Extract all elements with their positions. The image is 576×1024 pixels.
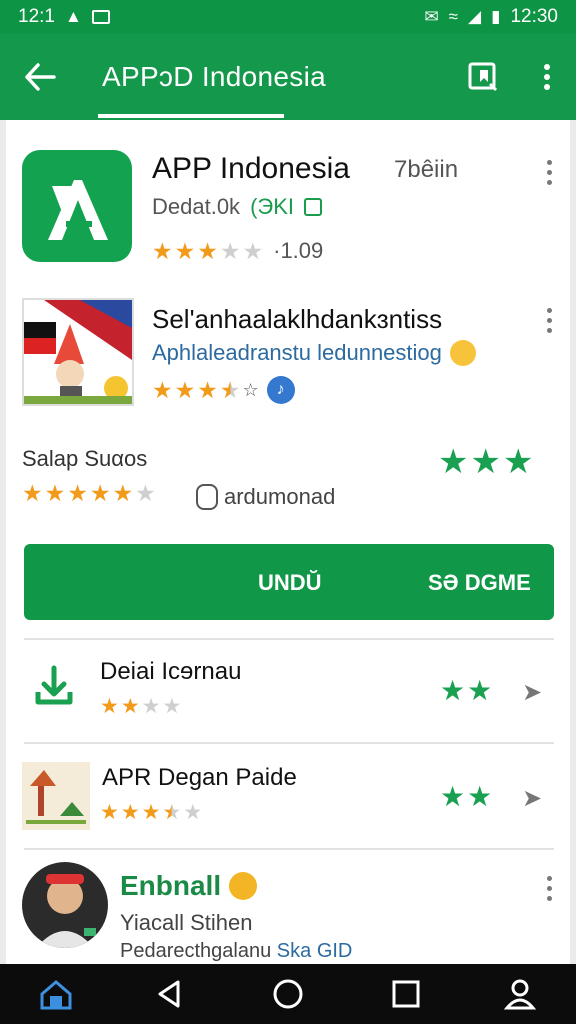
- image-icon: [91, 10, 110, 24]
- star-icon: ★: [22, 480, 43, 506]
- detail-accent: Ska GID: [276, 940, 353, 962]
- app-rating: ★ ★ ★ ★ ☆ ♪: [152, 376, 295, 404]
- star-icon: ★: [219, 237, 241, 264]
- recommendation-title-text: Enbnall: [120, 870, 222, 901]
- divider: [24, 742, 554, 744]
- signal-icon: ◢: [468, 7, 482, 26]
- star-icon: ★: [162, 695, 182, 718]
- app-rating: ★ ★ ★ ★ ★ ·1.09: [152, 238, 323, 264]
- recommendation-title[interactable]: Enbnall: [120, 870, 258, 902]
- rating-value: ·1.09: [273, 238, 324, 263]
- toolbar-title: APPɔD Indonesia: [102, 61, 326, 92]
- back-nav-icon[interactable]: [152, 976, 188, 1012]
- emoji-icon: [449, 340, 476, 366]
- app-title[interactable]: Sel'anhaalaklhdankɜntiss: [152, 304, 442, 335]
- verified-icon: ♪: [266, 376, 295, 404]
- star-icon: ★: [112, 480, 134, 506]
- star-icon: ★: [197, 376, 218, 403]
- tent-icon: [22, 762, 90, 830]
- arrow-icon[interactable]: ➤: [522, 784, 542, 813]
- star-icon: ★: [141, 801, 161, 824]
- star-icon: ★: [120, 695, 140, 718]
- chat-icon: [196, 484, 218, 510]
- star-icon: ★: [174, 376, 196, 403]
- app-developer: Dedat.0k: [152, 194, 241, 219]
- app-developer: Aphlaleadranstu ledunnestiog: [152, 340, 442, 365]
- status-bar: 12:1 ▲ ✉ ≈ ◢ ▮ 12:30: [0, 0, 576, 34]
- system-nav-bar: [0, 964, 576, 1024]
- bookmark-icon[interactable]: [466, 60, 500, 94]
- avatar[interactable]: [22, 862, 108, 948]
- install-label: UNDŬ: [258, 570, 322, 595]
- green-stars-icon: ★★★: [438, 443, 536, 481]
- star-icon: ★: [242, 237, 264, 264]
- star-rating: ★ ★ ★ ★ ★: [100, 802, 202, 823]
- star-icon: ★: [183, 801, 203, 824]
- battery-icon: ▮: [491, 7, 501, 26]
- app-icon-a[interactable]: [22, 150, 132, 262]
- status-time-left: 12:1: [18, 6, 55, 27]
- badge-icon: [304, 198, 322, 216]
- badge-icon: [229, 872, 258, 900]
- notification-icon: ▲: [64, 7, 82, 26]
- app-title[interactable]: APP Indonesia: [152, 152, 350, 186]
- app-menu-icon[interactable]: [544, 308, 554, 333]
- download-icon: [32, 664, 76, 713]
- star-icon: ★: [100, 801, 119, 824]
- recents-nav-icon[interactable]: [388, 976, 424, 1012]
- star-half-icon: ★: [219, 376, 241, 403]
- section-star-rating: ★ ★ ★ ★ ★ ★: [22, 482, 156, 505]
- wifi-icon: ≈: [448, 7, 459, 26]
- recommendation-menu-icon[interactable]: [544, 876, 554, 901]
- home-app-icon[interactable]: [38, 976, 74, 1012]
- star-icon: ★: [67, 480, 88, 506]
- tab-indicator: [98, 114, 284, 118]
- star-icon: ★: [174, 237, 196, 264]
- back-arrow-icon[interactable]: [0, 34, 80, 120]
- account-icon[interactable]: [502, 976, 538, 1012]
- star-icon: ★: [197, 237, 218, 264]
- star-icon: ★: [120, 801, 140, 824]
- status-time-right: 12:30: [510, 6, 558, 27]
- arrow-icon[interactable]: ➤: [522, 678, 542, 707]
- divider: [24, 848, 554, 850]
- related-label: ardumonad: [224, 484, 336, 509]
- star-icon: ★: [100, 695, 119, 718]
- app-tag: (ЭKI: [250, 194, 294, 219]
- section-label: Salap Suαos: [22, 446, 148, 471]
- star-icon: ★: [152, 376, 173, 403]
- secondary-label: SƏ DGME: [428, 570, 531, 595]
- app-icon-flag[interactable]: [22, 298, 134, 406]
- star-outline-icon: ☆: [242, 380, 259, 400]
- recommendation-detail: Pedarecthgalanu Ska GID: [120, 940, 352, 963]
- star-icon: ★: [89, 480, 111, 506]
- app-toolbar: APPɔD Indonesia: [0, 34, 576, 120]
- content-card: APP Indonesia 7bêiin Dedat.0k (ЭKI ★ ★ ★…: [6, 120, 570, 964]
- star-icon: ★: [135, 480, 156, 506]
- star-rating: ★ ★ ★ ★: [100, 696, 181, 717]
- home-nav-icon[interactable]: [270, 976, 306, 1012]
- star-icon: ★: [44, 480, 66, 506]
- star-rating: ★ ★ ★ ★ ★: [152, 237, 264, 264]
- more-vert-icon[interactable]: [534, 60, 560, 94]
- install-button[interactable]: UNDŬ SƏ DGME: [24, 544, 554, 620]
- list-item-title: Deiai Icɘrnau: [100, 658, 242, 685]
- app-subtitle: Aphlaleadranstu ledunnestiog: [152, 340, 476, 366]
- green-stars-icon: ★★: [440, 675, 495, 706]
- app-menu-icon[interactable]: [544, 160, 554, 185]
- divider: [24, 638, 554, 640]
- app-meta: 7bêiin: [394, 156, 459, 183]
- green-stars-icon: ★★: [440, 781, 495, 812]
- list-item-title: APR Degan Paide: [102, 764, 297, 791]
- star-half-icon: ★: [162, 801, 182, 824]
- vibrate-icon: ✉: [424, 7, 439, 26]
- star-icon: ★: [152, 237, 173, 264]
- star-icon: ★: [141, 695, 161, 718]
- detail-prefix: Pedarecthgalanu: [120, 940, 272, 962]
- app-subtitle: Dedat.0k (ЭKI: [152, 194, 322, 220]
- related-link[interactable]: ardumonad: [196, 484, 335, 510]
- star-rating: ★ ★ ★ ★ ☆: [152, 376, 259, 403]
- recommendation-subtitle: Yiacall Stihen: [120, 910, 253, 935]
